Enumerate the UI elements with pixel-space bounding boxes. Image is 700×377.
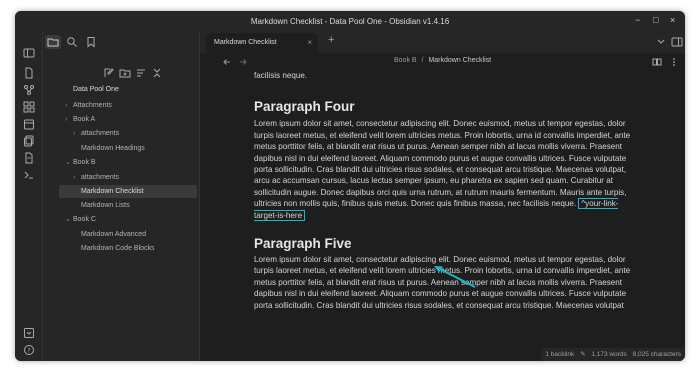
chevron-right-icon: ›: [73, 130, 76, 137]
back-arrow-icon[interactable]: [222, 57, 232, 67]
minimize-icon[interactable]: −: [635, 15, 640, 26]
file-markdown-checklist[interactable]: Markdown Checklist: [59, 185, 197, 198]
vault-name: Data Pool One: [73, 86, 119, 93]
right-sidebar-toggle-icon[interactable]: [671, 36, 683, 48]
chevron-right-icon: ›: [73, 174, 76, 181]
close-window-icon[interactable]: ×: [670, 15, 675, 26]
reading-view-icon[interactable]: [652, 57, 662, 67]
sidebar-tabs: [43, 31, 200, 53]
collapse-all-icon[interactable]: [151, 67, 163, 79]
chevron-right-icon: ›: [65, 102, 68, 109]
chevron-down-icon: ⌄: [65, 216, 71, 223]
view-header: Book B / Markdown Checklist: [200, 53, 685, 71]
chevron-down-icon: ⌄: [65, 159, 71, 166]
tab-search[interactable]: [64, 35, 80, 49]
calendar-icon[interactable]: [23, 118, 35, 130]
canvas-icon[interactable]: [23, 101, 35, 113]
editor-pane: Markdown Checklist × + Book B / Markdown…: [200, 31, 685, 361]
tab-markdown-checklist[interactable]: Markdown Checklist ×: [206, 33, 318, 53]
forward-arrow-icon[interactable]: [238, 57, 248, 67]
edit-pencil-icon[interactable]: ✎: [580, 351, 585, 358]
paragraph-fragment: facilisis neque.: [254, 71, 308, 80]
folder-book-a[interactable]: › Book A: [65, 113, 95, 126]
new-tab-button[interactable]: +: [328, 34, 334, 46]
file-explorer-sidebar: Data Pool One › Attachments › Book A › atta…: [43, 31, 200, 361]
files-icon[interactable]: [23, 67, 35, 79]
new-folder-icon[interactable]: [119, 67, 131, 79]
tab-bar: Markdown Checklist × +: [200, 31, 685, 53]
folder-icon: [47, 38, 59, 47]
graph-icon[interactable]: [23, 84, 35, 96]
heading-paragraph-five: Paragraph Five: [254, 236, 352, 252]
file-markdown-advanced[interactable]: Markdown Advanced: [81, 228, 146, 241]
breadcrumb-current: Markdown Checklist: [428, 57, 492, 64]
tab-list-chevron-icon[interactable]: [656, 37, 666, 47]
left-ribbon: ?: [15, 31, 43, 361]
search-icon: [67, 37, 77, 47]
app-window: Markdown Checklist - Data Pool One - Obs…: [15, 11, 685, 361]
file-markdown-code-blocks[interactable]: Markdown Code Blocks: [81, 242, 155, 255]
document-icon[interactable]: [23, 152, 35, 164]
annotation-arrow-icon: [434, 266, 476, 288]
folder-book-a-attachments[interactable]: › attachments: [73, 127, 119, 140]
maximize-icon[interactable]: □: [653, 15, 658, 26]
help-icon[interactable]: [23, 327, 35, 339]
svg-text:?: ?: [27, 348, 30, 355]
paragraph-four: Lorem ipsum dolor sit amet, consectetur …: [254, 119, 631, 221]
folder-attachments[interactable]: › Attachments: [65, 99, 112, 112]
chevron-right-icon: ›: [65, 116, 68, 123]
sidebar-toggle-icon[interactable]: [23, 47, 35, 59]
more-options-icon[interactable]: [669, 57, 679, 67]
status-bar: 1 backlink ✎ 1,173 words 8,025 character…: [541, 348, 685, 361]
templates-icon[interactable]: [23, 135, 35, 147]
breadcrumb-parent[interactable]: Book B: [394, 57, 417, 64]
character-count: 8,025 characters: [632, 351, 681, 358]
sort-icon[interactable]: [135, 67, 147, 79]
new-note-icon[interactable]: [103, 67, 115, 79]
window-title: Markdown Checklist - Data Pool One - Obs…: [250, 16, 450, 26]
tab-files[interactable]: [45, 35, 61, 49]
breadcrumb: Book B / Markdown Checklist: [394, 57, 492, 64]
close-tab-icon[interactable]: ×: [307, 33, 312, 53]
folder-book-b[interactable]: ⌄ Book B: [65, 156, 96, 169]
file-markdown-headings[interactable]: Markdown Headings: [81, 142, 145, 155]
tab-bookmarks[interactable]: [83, 35, 99, 49]
title-bar: Markdown Checklist - Data Pool One - Obs…: [15, 11, 685, 31]
bookmark-icon: [87, 37, 95, 48]
question-icon[interactable]: ?: [23, 344, 35, 356]
folder-book-b-attachments[interactable]: › attachments: [73, 171, 119, 184]
backlink-count[interactable]: 1 backlink: [545, 351, 574, 358]
terminal-icon[interactable]: [23, 169, 35, 181]
folder-book-c[interactable]: ⌄ Book C: [65, 213, 96, 226]
heading-paragraph-four: Paragraph Four: [254, 99, 355, 115]
file-markdown-lists[interactable]: Markdown Lists: [81, 199, 130, 212]
word-count: 1,173 words: [591, 351, 627, 358]
